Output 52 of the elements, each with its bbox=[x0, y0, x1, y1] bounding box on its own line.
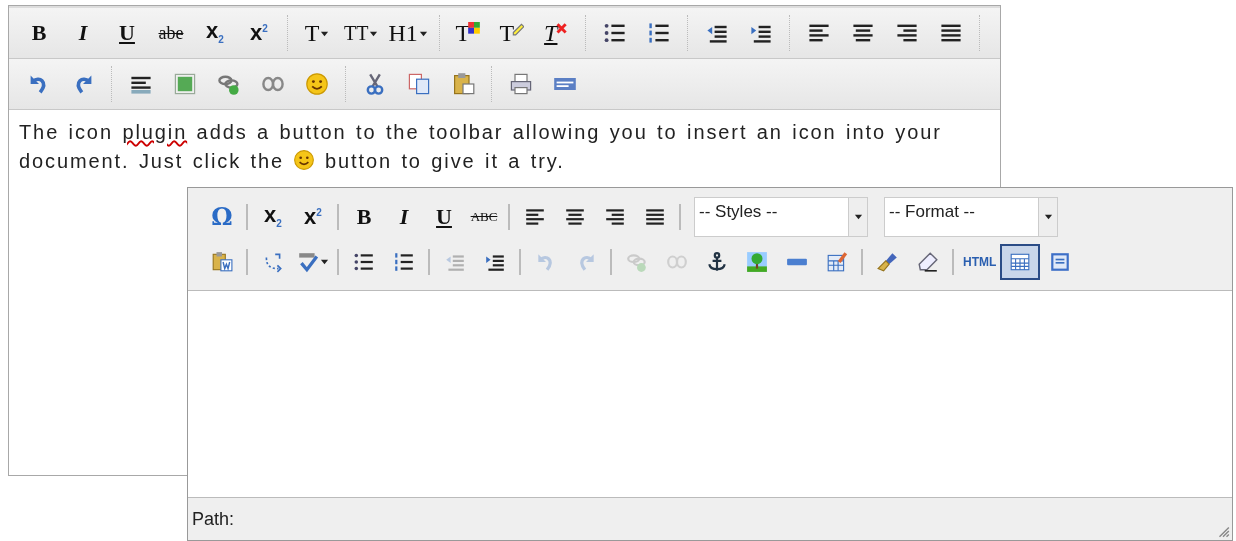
html-button[interactable]: HTML bbox=[959, 243, 1001, 280]
body-text: The icon bbox=[19, 121, 114, 143]
dropdown[interactable]: -- Format -- bbox=[884, 196, 1058, 237]
superscript-button[interactable]: x$^{2}$ bbox=[238, 15, 280, 51]
smiley-icon bbox=[293, 149, 316, 171]
text-format-button[interactable]: T bbox=[491, 15, 534, 51]
italic-button[interactable]: I bbox=[62, 15, 104, 51]
bold-button[interactable]: B bbox=[344, 198, 384, 235]
underline-button[interactable]: U bbox=[106, 15, 148, 51]
caret-icon bbox=[854, 212, 863, 221]
eraser-icon bbox=[917, 250, 939, 273]
table-button[interactable] bbox=[1000, 243, 1041, 280]
smiley-icon bbox=[305, 72, 329, 96]
body-text: plugin bbox=[122, 121, 188, 143]
caret-icon bbox=[320, 257, 329, 266]
paste-word-icon bbox=[211, 250, 233, 273]
text-format-button[interactable]: H1 bbox=[384, 15, 432, 51]
numbered-list-icon bbox=[393, 250, 415, 273]
image-icon bbox=[173, 72, 197, 96]
printer-icon bbox=[509, 72, 533, 96]
table-pencil-icon bbox=[826, 250, 848, 273]
spellcheck-icon bbox=[297, 250, 319, 273]
body-text: button to give it a try. bbox=[323, 150, 565, 172]
subscript-button[interactable]: x$_{2}$ bbox=[253, 198, 293, 235]
body-text: adds a button to the toolbar allowing you to insert an icon into your bbox=[195, 121, 942, 143]
dropdown[interactable]: -- Styles -- bbox=[694, 196, 868, 237]
clipboard-icon bbox=[451, 72, 475, 96]
anchor-icon bbox=[706, 250, 728, 273]
brush-icon bbox=[877, 250, 899, 273]
bold-button[interactable]: B bbox=[18, 15, 60, 51]
copy-icon bbox=[407, 72, 431, 96]
text-format-button[interactable]: T bbox=[296, 15, 338, 51]
strikethrough-button[interactable]: abe bbox=[150, 15, 192, 51]
bullet-list-icon bbox=[602, 21, 627, 45]
panel-icon bbox=[1049, 250, 1072, 273]
underline-button[interactable]: U bbox=[424, 198, 464, 235]
resize-grip-icon[interactable] bbox=[1216, 524, 1230, 538]
subscript-button[interactable]: x$_{2}$ bbox=[194, 15, 236, 51]
text-format-button[interactable]: TT bbox=[340, 15, 383, 51]
tree-picture-icon bbox=[746, 250, 768, 273]
color-squares-icon bbox=[468, 22, 481, 36]
body-text: document. Just click the bbox=[19, 150, 286, 172]
text-format-button[interactable]: T bbox=[535, 15, 578, 51]
path-label: Path: bbox=[192, 508, 235, 530]
text-format-button[interactable]: T bbox=[447, 15, 490, 51]
strikethrough-button[interactable]: ABC bbox=[464, 198, 504, 235]
numbered-list-icon bbox=[646, 21, 671, 45]
superscript-button[interactable]: x$^{2}$ bbox=[293, 198, 333, 235]
italic-button[interactable]: I bbox=[384, 198, 424, 235]
highlighter-icon bbox=[512, 22, 525, 36]
special-character-button[interactable]: Ω bbox=[202, 198, 242, 235]
caret-icon bbox=[1044, 212, 1053, 221]
